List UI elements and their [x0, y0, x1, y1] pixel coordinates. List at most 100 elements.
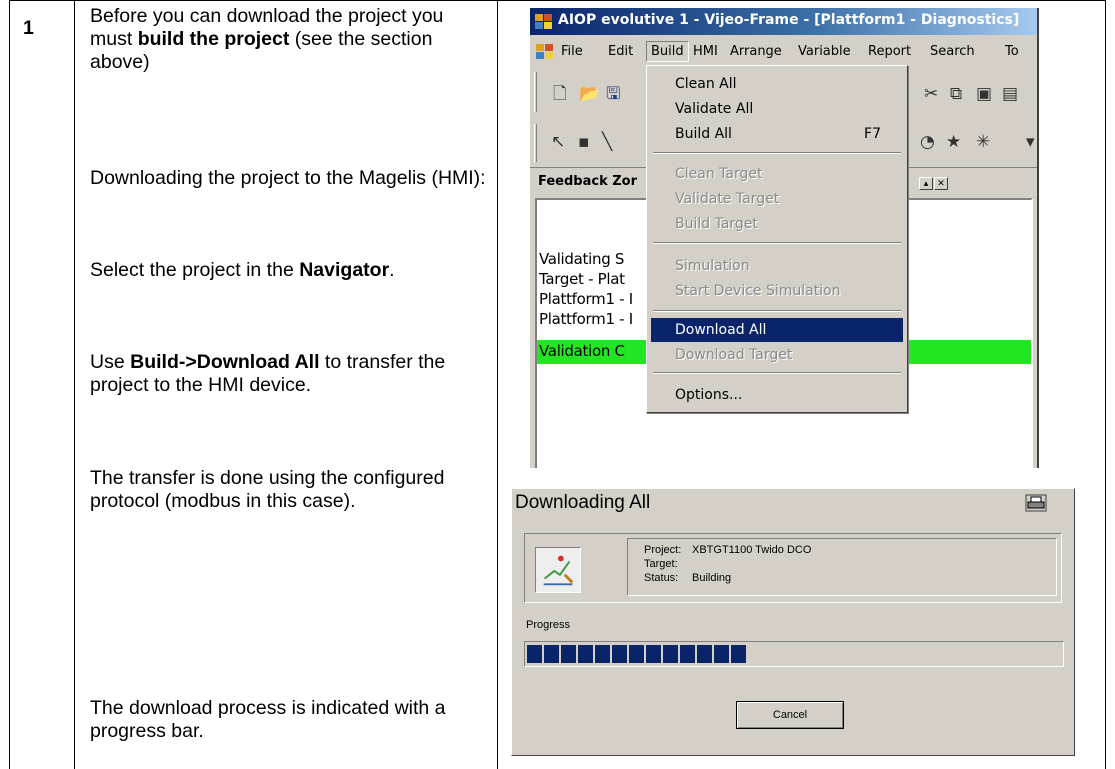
line-icon[interactable]: ╲: [602, 132, 612, 152]
build-all-shortcut: F7: [864, 126, 881, 142]
progress-block: [527, 645, 542, 663]
vijeo-app-icon: [535, 14, 552, 29]
progress-block: [663, 645, 678, 663]
progress-block: [731, 645, 746, 663]
status-value: Building: [692, 572, 732, 584]
print-icon[interactable]: [1025, 494, 1047, 512]
progress-fill: [527, 645, 748, 663]
progress-block: [714, 645, 729, 663]
instruction-progress-bar: The download process is indicated with a…: [90, 697, 446, 742]
menu-hmi[interactable]: HMI: [693, 44, 718, 59]
menu-tools[interactable]: To: [1005, 44, 1019, 59]
progress-block: [561, 645, 576, 663]
menu-item-download-all[interactable]: Download All: [651, 318, 903, 342]
menu-item-validate-all[interactable]: Validate All: [651, 97, 903, 121]
build-document-icon: [535, 547, 581, 593]
feedback-zone-title: Feedback Zor: [538, 174, 638, 189]
menu-edit[interactable]: Edit: [608, 44, 633, 59]
menu-separator: [653, 242, 901, 244]
menu-item-clean-target[interactable]: Clean Target: [651, 162, 903, 186]
minimize-icon[interactable]: ▴: [919, 177, 933, 190]
toolbar-grip[interactable]: [534, 72, 537, 112]
instruction-select-project: Select the project in the Navigator.: [90, 259, 395, 281]
open-folder-icon[interactable]: 📂: [579, 84, 600, 104]
progress-block: [629, 645, 644, 663]
table-border-right: [1105, 0, 1106, 769]
progress-bar: [524, 641, 1064, 667]
project-info: Project: XBTGT1100 Twido DCO Target: Stat…: [627, 538, 1057, 596]
downloading-all-dialog: Downloading All Project: XBTGT1100 Twido …: [511, 488, 1075, 756]
build-download-all-emphasis: Build->Download All: [130, 351, 320, 373]
dialog-title: Downloading All: [515, 492, 651, 513]
menu-separator: [653, 310, 901, 312]
project-value: XBTGT1100 Twido DCO: [692, 544, 812, 556]
progress-block: [697, 645, 712, 663]
instruction-build-note: Before you can download the project you …: [90, 5, 444, 73]
build-menu-dropdown: Clean All Validate All Build All F7 Clea…: [646, 65, 908, 413]
target-row: Target:: [644, 558, 678, 570]
menu-item-clean-all[interactable]: Clean All: [651, 72, 903, 96]
menu-item-validate-target[interactable]: Validate Target: [651, 187, 903, 211]
dialog-titlebar: Downloading All: [512, 489, 1074, 519]
menu-separator: [653, 152, 901, 154]
build-the-project-emphasis: build the project: [137, 28, 290, 50]
table-border-left: [9, 0, 10, 769]
menu-item-build-all[interactable]: Build All F7: [651, 122, 903, 146]
menu-item-options[interactable]: Options...: [651, 383, 903, 407]
feedback-line: Validating S: [539, 250, 625, 268]
build-all-label: Build All: [675, 126, 732, 142]
menu-item-download-target[interactable]: Download Target: [651, 343, 903, 367]
cut-icon[interactable]: ✂: [924, 84, 938, 104]
menu-build[interactable]: Build: [646, 41, 689, 62]
progress-block: [646, 645, 661, 663]
pie-icon[interactable]: ◔: [920, 132, 935, 152]
feedback-line: Target - Plat: [539, 270, 625, 288]
instruction-downloading: Downloading the project to the Magelis (…: [90, 167, 486, 189]
copy-icon[interactable]: ⧉: [950, 84, 962, 104]
progress-label: Progress: [526, 619, 571, 631]
paste-icon[interactable]: ▣: [976, 84, 992, 104]
progress-block: [680, 645, 695, 663]
menu-file[interactable]: File: [561, 44, 583, 59]
progress-block: [612, 645, 627, 663]
feedback-line: Validation C: [539, 342, 625, 360]
paste-special-icon[interactable]: ▤: [1002, 84, 1018, 104]
point-icon[interactable]: ▪: [578, 132, 590, 152]
save-icon[interactable]: 🖫: [606, 84, 620, 104]
status-row: Status: Building: [644, 572, 732, 584]
feedback-line: Plattform1 - I: [539, 290, 633, 308]
close-icon[interactable]: ✕: [934, 177, 948, 190]
window-title: AIOP evolutive 1 - Vijeo-Frame - [Plattf…: [558, 12, 1020, 28]
progress-block: [595, 645, 610, 663]
cancel-button[interactable]: Cancel: [736, 701, 844, 729]
toolbar-grip-2[interactable]: [534, 124, 537, 162]
progress-block: [578, 645, 593, 663]
menu-variable[interactable]: Variable: [798, 44, 851, 59]
project-info-group: Project: XBTGT1100 Twido DCO Target: Stat…: [524, 533, 1062, 603]
star-icon[interactable]: ★: [946, 132, 961, 152]
menu-bar: File Edit Build HMI Arrange Variable Rep…: [530, 36, 1037, 66]
new-file-icon[interactable]: 🗋: [553, 84, 567, 104]
table-divider-2: [497, 0, 498, 769]
menu-search[interactable]: Search: [930, 44, 975, 59]
project-row: Project: XBTGT1100 Twido DCO: [644, 544, 812, 556]
menu-separator: [653, 372, 901, 374]
menu-arrange[interactable]: Arrange: [730, 44, 782, 59]
chevron-down-icon[interactable]: ▾: [1026, 132, 1035, 152]
feedback-line: Plattform1 - I: [539, 310, 633, 328]
step-number: 1: [23, 17, 34, 39]
feedback-window-buttons: ▴ ✕: [918, 173, 948, 191]
menu-item-start-device-simulation[interactable]: Start Device Simulation: [651, 279, 903, 303]
instruction-transfer-protocol: The transfer is done using the configure…: [90, 467, 445, 512]
navigator-emphasis: Navigator: [299, 259, 390, 281]
burst-icon[interactable]: ✳: [976, 132, 990, 152]
menu-item-simulation[interactable]: Simulation: [651, 254, 903, 278]
document-app-icon: [536, 44, 553, 59]
menu-item-build-target[interactable]: Build Target: [651, 212, 903, 236]
pointer-icon[interactable]: ↖: [551, 132, 565, 152]
progress-block: [544, 645, 559, 663]
table-border-top: [9, 0, 1106, 1]
menu-report[interactable]: Report: [868, 44, 911, 59]
window-titlebar: AIOP evolutive 1 - Vijeo-Frame - [Plattf…: [530, 8, 1037, 35]
instruction-download-all: Use Build->Download All to transfer the …: [90, 351, 446, 396]
